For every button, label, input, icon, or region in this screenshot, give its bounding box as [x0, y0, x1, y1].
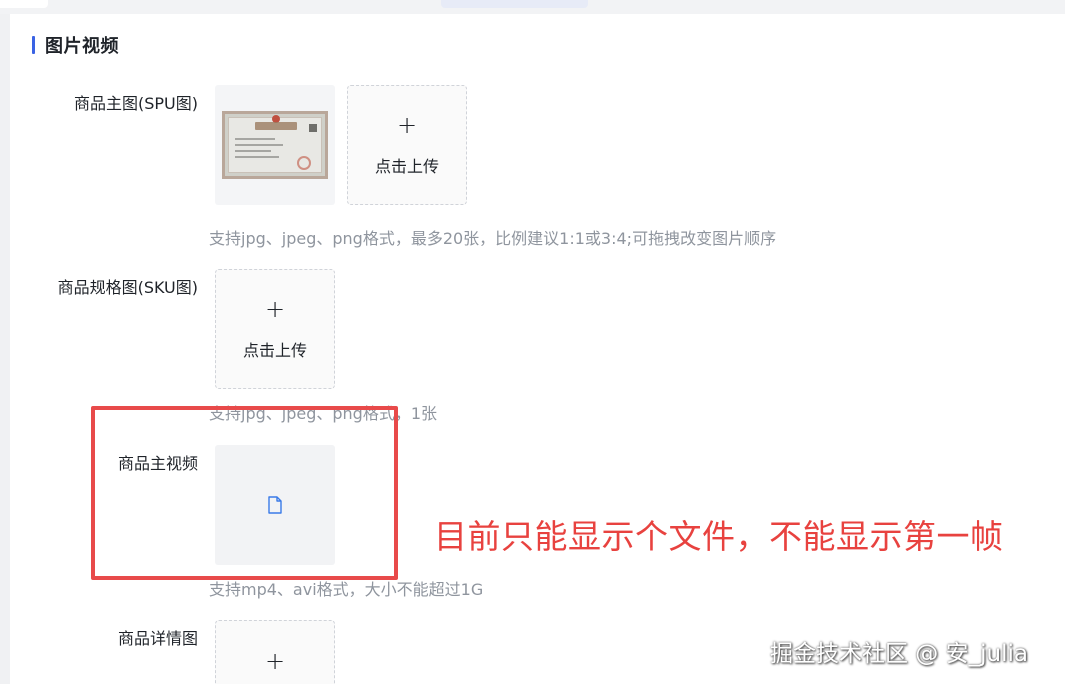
plus-icon: + — [396, 111, 418, 139]
sku-label: 商品规格图(SKU图) — [57, 278, 198, 297]
annotation-text: 目前只能显示个文件，不能显示第一帧 — [434, 517, 1004, 556]
sku-upload-button[interactable]: + 点击上传 — [215, 269, 335, 389]
upload-label: 点击上传 — [242, 341, 307, 360]
spu-hint: 支持jpg、jpeg、png格式，最多20张，比例建议1:1或3:4;可拖拽改变… — [209, 229, 777, 248]
plus-icon: + — [264, 647, 286, 675]
plus-icon: + — [264, 295, 286, 323]
tab-active[interactable] — [441, 0, 588, 8]
form-card — [10, 14, 1065, 684]
section-header: 图片视频 — [32, 34, 119, 57]
detail-upload-button[interactable]: + — [215, 620, 335, 684]
business-license-image — [222, 111, 328, 179]
spu-image-thumbnail[interactable] — [215, 85, 335, 205]
section-accent-bar — [32, 36, 35, 54]
top-tab-strip — [0, 0, 1065, 14]
spu-label: 商品主图(SPU图) — [73, 94, 198, 113]
section-title: 图片视频 — [45, 36, 119, 57]
annotation-highlight-box — [91, 406, 398, 580]
spu-upload-button[interactable]: + 点击上传 — [347, 85, 467, 205]
tab-item[interactable] — [0, 0, 48, 8]
detail-label: 商品详情图 — [117, 629, 198, 648]
upload-label: 点击上传 — [374, 157, 439, 176]
watermark: 掘金技术社区 @ 安_julia — [770, 641, 1028, 667]
